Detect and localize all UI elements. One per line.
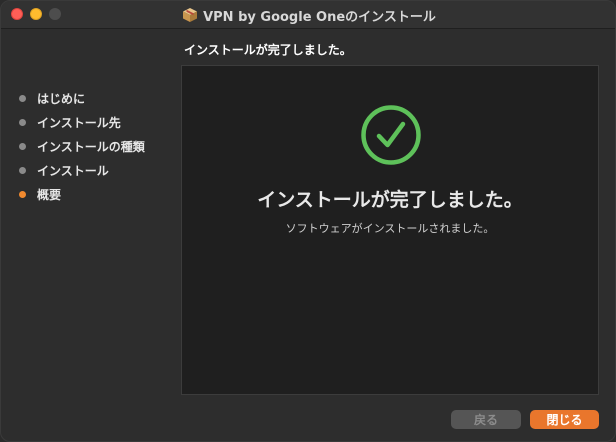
- step-dot: [19, 166, 26, 174]
- step-dot-active: [19, 190, 26, 198]
- window-title-group: VPN by Google Oneのインストール: [1, 1, 615, 29]
- sidebar-step-installation-type: インストールの種類: [19, 134, 179, 158]
- step-sidebar: はじめに インストール先 インストールの種類 インストール 概要: [19, 86, 179, 206]
- sidebar-step-introduction: はじめに: [19, 86, 179, 110]
- step-label: はじめに: [37, 91, 86, 106]
- step-label: インストール: [37, 163, 109, 178]
- page-heading: インストールが完了しました。: [184, 43, 352, 57]
- title-bar[interactable]: VPN by Google Oneのインストール: [1, 1, 615, 29]
- installer-window: VPN by Google Oneのインストール インストールが完了しました。 …: [0, 0, 616, 442]
- step-dot: [19, 94, 26, 102]
- completion-message: インストールが完了しました。: [257, 189, 523, 211]
- package-icon: [183, 8, 198, 22]
- sidebar-step-summary: 概要: [19, 182, 179, 206]
- checkmark-circle-icon: [361, 105, 421, 165]
- step-label: 概要: [37, 187, 62, 202]
- sidebar-step-destination: インストール先: [19, 110, 179, 134]
- sidebar-step-installation: インストール: [19, 158, 179, 182]
- close-button[interactable]: 閉じる: [530, 410, 599, 429]
- step-dot: [19, 118, 26, 126]
- step-dot: [19, 142, 26, 150]
- window-title: VPN by Google Oneのインストール: [203, 9, 436, 25]
- content-panel: インストールが完了しました。 ソフトウェアがインストールされました。: [181, 65, 599, 395]
- step-label: インストールの種類: [37, 139, 145, 154]
- step-label: インストール先: [37, 115, 121, 130]
- back-button[interactable]: 戻る: [451, 410, 521, 429]
- completion-submessage: ソフトウェアがインストールされました。: [285, 222, 495, 235]
